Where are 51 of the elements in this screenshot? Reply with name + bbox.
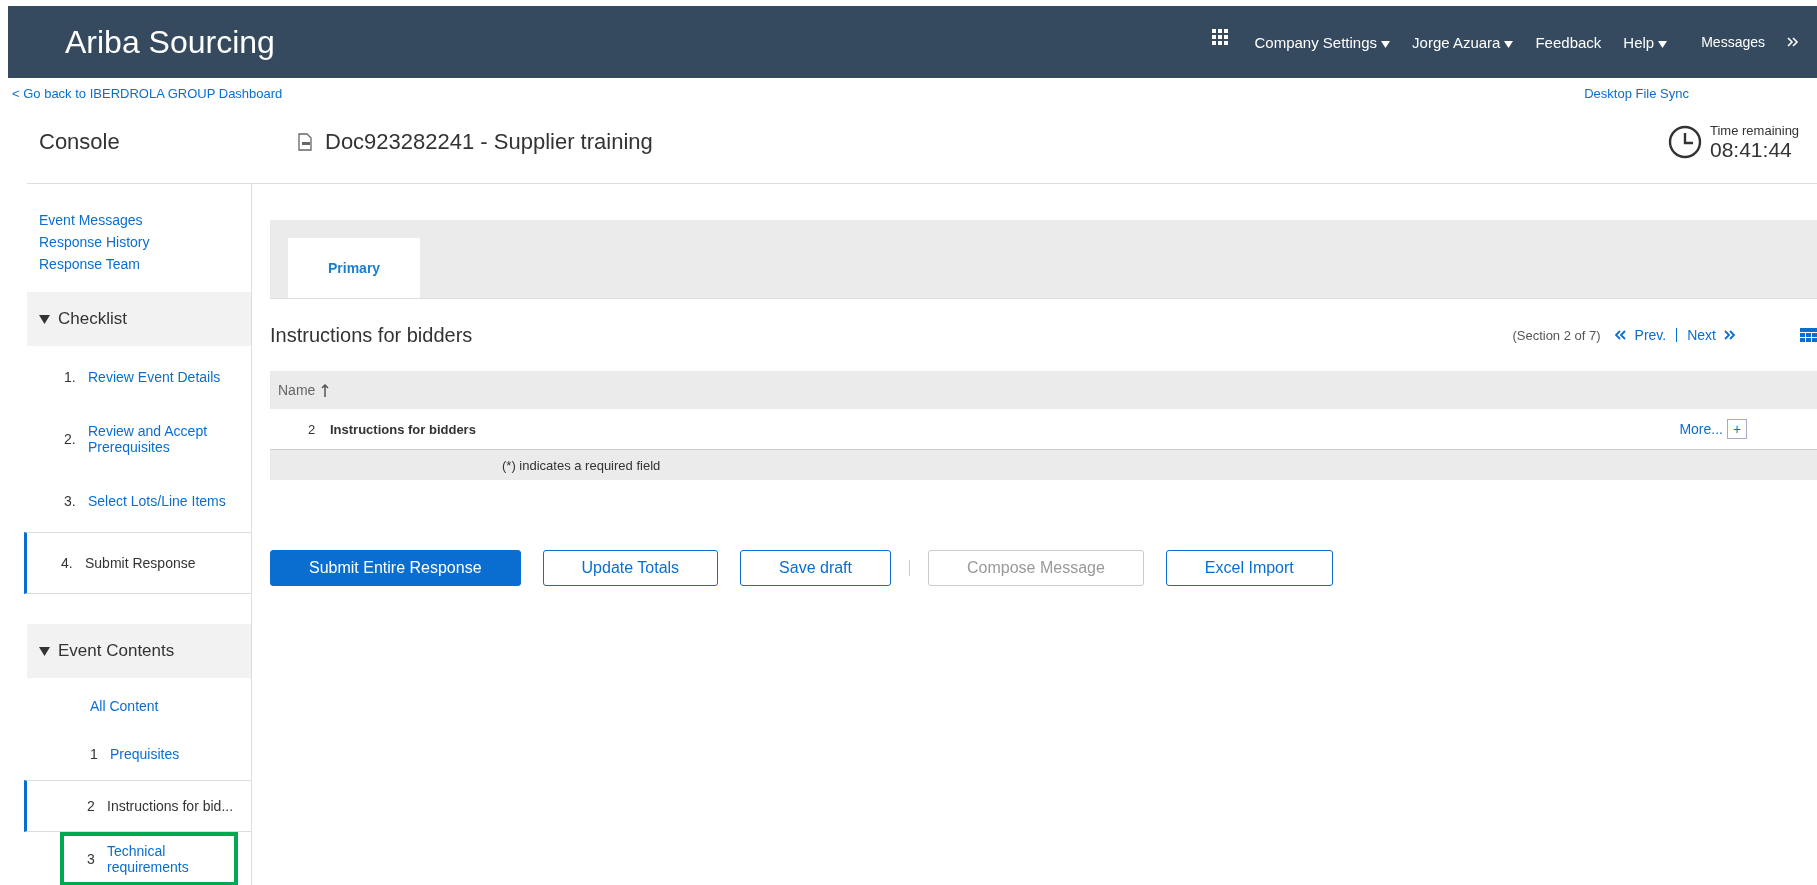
console-title: Console — [38, 129, 121, 155]
clock-icon — [1668, 125, 1702, 159]
messages-link[interactable]: Messages — [1701, 34, 1765, 50]
app-title: Ariba Sourcing — [65, 23, 275, 61]
checklist-item[interactable]: 1. Review Event Details — [27, 346, 251, 408]
sidebar-link[interactable]: Event Messages — [39, 212, 251, 228]
column-header[interactable]: Name — [278, 382, 316, 398]
document-title: Doc923282241 - Supplier training — [325, 129, 653, 155]
table-cell: Instructions for bidders — [330, 421, 476, 437]
caret-icon — [39, 646, 50, 656]
event-contents-header[interactable]: Event Contents — [27, 624, 251, 678]
row-number: 2 — [308, 421, 317, 437]
desktop-sync-link[interactable]: Desktop File Sync — [1584, 86, 1689, 101]
all-content-link[interactable]: All Content — [27, 678, 251, 728]
timer-label: Time remaining — [1710, 122, 1800, 138]
timer-value: 08:41:44 — [1710, 137, 1792, 162]
caret-icon — [1504, 40, 1514, 48]
action-button[interactable]: Submit Entire Response — [270, 550, 521, 586]
section-position: (Section 2 of 7) — [1512, 327, 1601, 343]
table-icon[interactable] — [1800, 328, 1817, 342]
section-title: Instructions for bidders — [270, 323, 473, 347]
caret-icon — [39, 314, 50, 324]
double-chevron-left-icon[interactable] — [1614, 330, 1627, 340]
required-note: (*) indicates a required field — [502, 457, 661, 473]
sidebar-link[interactable]: Response History — [39, 234, 251, 250]
tab[interactable]: Primary — [288, 238, 421, 298]
header-menu[interactable]: Jorge Azuara — [1412, 33, 1514, 51]
sidebar-link[interactable]: Response Team — [39, 256, 251, 272]
checklist-item[interactable]: 4. Submit Response — [24, 532, 251, 594]
action-button[interactable]: Save draft — [740, 550, 891, 586]
next-link[interactable]: Next — [1687, 327, 1716, 343]
document-icon — [297, 133, 313, 151]
caret-icon — [1658, 40, 1668, 48]
content-item[interactable]: 1 Prequisites — [27, 728, 251, 780]
add-button[interactable]: + — [1727, 419, 1747, 439]
checklist-header[interactable]: Checklist — [27, 292, 251, 346]
header-menu[interactable]: Help — [1623, 33, 1668, 51]
header-menu[interactable]: Feedback — [1535, 33, 1602, 51]
grid-icon[interactable] — [1212, 29, 1229, 45]
double-chevron-icon[interactable] — [1787, 37, 1799, 47]
prev-link[interactable]: Prev. — [1634, 327, 1667, 343]
double-chevron-right-icon[interactable] — [1724, 330, 1736, 340]
more-link[interactable]: More... — [1679, 421, 1723, 437]
back-link[interactable]: < Go back to IBERDROLA GROUP Dashboard — [12, 86, 283, 101]
sort-arrow-icon — [321, 383, 330, 397]
caret-icon — [1381, 40, 1391, 48]
checklist-item[interactable]: 3. Select Lots/Line Items — [27, 470, 251, 532]
action-button[interactable]: Update Totals — [542, 550, 719, 586]
action-button[interactable]: Excel Import — [1165, 550, 1333, 586]
content-item[interactable]: 2 Instructions for bid... — [24, 780, 251, 832]
header-menu[interactable]: Company Settings — [1254, 33, 1391, 51]
